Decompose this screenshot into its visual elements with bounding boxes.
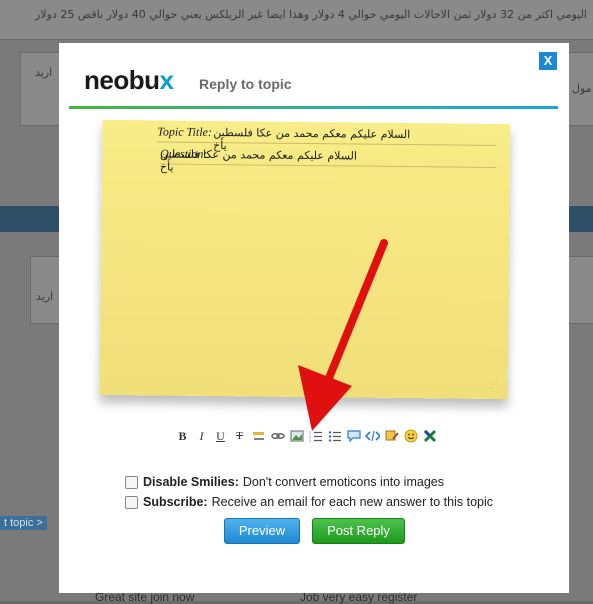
code-icon[interactable]	[365, 429, 380, 444]
bullet-list-icon[interactable]	[327, 429, 342, 444]
color-icon[interactable]	[384, 429, 399, 444]
background-side-text-2: مول	[572, 82, 592, 95]
subscribe-description: Receive an email for each new answer to …	[211, 495, 493, 509]
svg-text:3: 3	[309, 438, 311, 443]
italic-button[interactable]: I	[194, 429, 209, 444]
subscribe-label: Subscribe:	[143, 495, 208, 509]
background-side-text-3: اريد	[36, 290, 54, 303]
image-icon[interactable]	[289, 429, 304, 444]
preview-button[interactable]: Preview	[224, 518, 300, 544]
background-topic-link: t topic >	[0, 516, 47, 530]
underline-button[interactable]: U	[213, 429, 228, 444]
disable-smilies-checkbox[interactable]	[125, 475, 138, 489]
background-side-text: اريد	[35, 66, 53, 79]
disable-smilies-label: Disable Smilies:	[143, 475, 239, 489]
highlight-icon[interactable]	[251, 429, 266, 444]
disable-smilies-option: Disable Smilies: Don't convert emoticons…	[125, 475, 444, 489]
disable-smilies-description: Don't convert emoticons into images	[242, 475, 444, 489]
remove-format-icon[interactable]	[422, 429, 437, 444]
post-reply-button[interactable]: Post Reply	[312, 518, 405, 544]
background-post-text: اليومي اكتر من 32 دولار ثمن الاحالات الي…	[35, 8, 587, 21]
red-arrow	[298, 239, 388, 431]
subscribe-checkbox[interactable]	[125, 495, 138, 509]
link-icon[interactable]	[270, 429, 285, 444]
quote-icon[interactable]	[346, 429, 361, 444]
numbered-list-icon[interactable]: 123	[308, 429, 323, 444]
bold-button[interactable]: B	[175, 429, 190, 444]
strikethrough-button[interactable]: T	[232, 429, 247, 444]
format-toolbar: B I U T 123	[175, 427, 437, 445]
smiley-icon[interactable]	[403, 429, 418, 444]
reply-dialog: X neobux Reply to topic Topic Title: الس…	[59, 43, 569, 593]
subscribe-option: Subscribe: Receive an email for each new…	[125, 495, 493, 509]
